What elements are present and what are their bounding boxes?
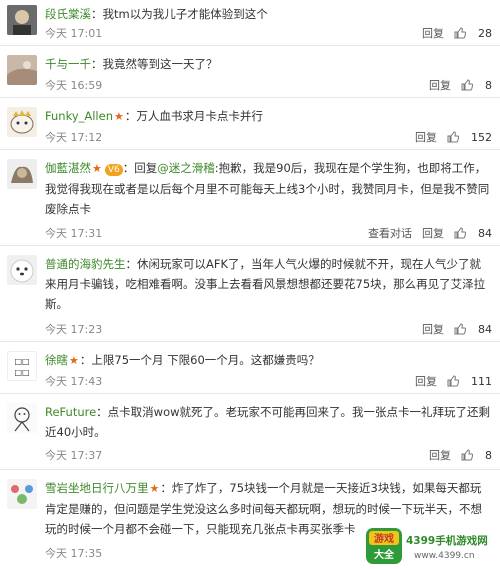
comment-meta: 今天 17:23 回复 84 bbox=[45, 322, 492, 338]
vip-badge: V6 bbox=[104, 164, 123, 176]
like-count: 8 bbox=[485, 449, 492, 462]
avatar[interactable] bbox=[7, 107, 37, 137]
avatar[interactable] bbox=[7, 479, 37, 509]
comment-text: 我竟然等到这一天了？ bbox=[102, 57, 218, 71]
comment-time: 今天 17:35 bbox=[45, 547, 103, 560]
comment-meta: 今天 17:37 回复 8 bbox=[45, 448, 492, 464]
site-watermark-logo: 游戏 大全 4399手机游戏网 www.4399.cn bbox=[364, 526, 500, 566]
comment-time: 今天 16:59 bbox=[45, 79, 103, 92]
thumbs-up-icon bbox=[461, 449, 473, 461]
reply-button[interactable]: 回复 bbox=[422, 27, 444, 40]
avatar[interactable] bbox=[7, 255, 37, 285]
thumbs-up-icon bbox=[454, 27, 466, 39]
like-count: 111 bbox=[471, 375, 492, 388]
comment-time: 今天 17:31 bbox=[45, 227, 103, 240]
logo-badge-top: 游戏 bbox=[374, 532, 394, 545]
comment-meta: 今天 16:59 回复 8 bbox=[45, 78, 492, 94]
like-button[interactable]: 111 bbox=[447, 375, 492, 388]
comment-meta: 今天 17:43 回复 111 bbox=[45, 374, 492, 390]
like-button[interactable]: 152 bbox=[447, 131, 492, 144]
like-button[interactable]: 84 bbox=[454, 227, 492, 240]
star-icon: ★ bbox=[149, 482, 160, 495]
logo-badge-bottom: 大全 bbox=[374, 548, 395, 561]
comment-author[interactable]: 段氏棠溪 bbox=[45, 7, 91, 21]
comment-text: 点卡取消wow就死了。老玩家不可能再回来了。我一张点卡一礼拜玩了还剩近40小时。 bbox=[45, 405, 491, 439]
comment-time: 今天 17:01 bbox=[45, 27, 103, 40]
avatar[interactable] bbox=[7, 5, 37, 35]
comment-list: 段氏棠溪：我tm以为我儿子才能体验到这个 今天 17:01 回复 28 千与一千：… bbox=[0, 0, 500, 566]
comment-author[interactable]: 徐瞎 bbox=[45, 353, 68, 367]
comment-time: 今天 17:43 bbox=[45, 375, 103, 388]
like-count: 84 bbox=[478, 323, 492, 336]
comment-text: 上限75一个月 下限60一个月。这都嫌贵吗？ bbox=[91, 353, 320, 367]
reply-button[interactable]: 回复 bbox=[415, 375, 437, 388]
comment-author[interactable]: ReFuture bbox=[45, 405, 96, 419]
comment-author[interactable]: 雪岩坐地日行八万里 bbox=[45, 481, 149, 495]
comment-meta: 今天 17:01 回复 28 bbox=[45, 26, 492, 42]
comment-item: ReFuture：点卡取消wow就死了。老玩家不可能再回来了。我一张点卡一礼拜玩… bbox=[0, 394, 500, 470]
comment-item: □□ □□ 徐瞎★：上限75一个月 下限60一个月。这都嫌贵吗？ 今天 17:43… bbox=[0, 342, 500, 394]
reply-button[interactable]: 回复 bbox=[422, 323, 444, 336]
avatar[interactable]: □□ □□ bbox=[7, 351, 37, 381]
like-button[interactable]: 8 bbox=[461, 79, 492, 92]
thumbs-up-icon bbox=[454, 227, 466, 239]
like-button[interactable]: 84 bbox=[454, 323, 492, 336]
reply-prefix: 回复 bbox=[134, 161, 158, 175]
comment-author[interactable]: 千与一千 bbox=[45, 57, 91, 71]
comment-text: 我tm以为我儿子才能体验到这个 bbox=[102, 7, 268, 21]
like-button[interactable]: 28 bbox=[454, 27, 492, 40]
avatar[interactable] bbox=[7, 403, 37, 433]
comment-item: 伽藍湛然★ V6 ：回复@迷之滑稽:抱歉，我是90后，我现在是个学生狗，也即将工作，… bbox=[0, 150, 500, 246]
comment-time: 今天 17:37 bbox=[45, 449, 103, 462]
reply-button[interactable]: 回复 bbox=[429, 79, 451, 92]
svg-text:□□: □□ bbox=[14, 368, 29, 377]
comment-time: 今天 17:12 bbox=[45, 131, 103, 144]
mention-link[interactable]: @迷之滑稽 bbox=[157, 161, 215, 175]
comment-meta: 今天 17:31 查看对话 回复 84 bbox=[45, 226, 492, 242]
comment-item: 千与一千：我竟然等到这一天了？ 今天 16:59 回复 8 bbox=[0, 46, 500, 98]
logo-site-name: 4399手机游戏网 bbox=[406, 534, 488, 547]
comment-text: 万人血书求月卡点卡并行 bbox=[136, 109, 263, 123]
logo-url: www.4399.cn bbox=[414, 551, 475, 561]
reply-button[interactable]: 回复 bbox=[429, 449, 451, 462]
like-button[interactable]: 8 bbox=[461, 449, 492, 462]
comment-author[interactable]: 普通的海豹先生 bbox=[45, 257, 126, 271]
view-conversation-button[interactable]: 查看对话 bbox=[368, 227, 412, 240]
comment-author[interactable]: 伽藍湛然 bbox=[45, 161, 91, 175]
avatar[interactable] bbox=[7, 55, 37, 85]
like-count: 84 bbox=[478, 227, 492, 240]
star-icon: ★ bbox=[69, 354, 79, 367]
comment-author[interactable]: Funky_Allen bbox=[45, 109, 113, 123]
svg-text:□□: □□ bbox=[14, 357, 29, 366]
like-count: 28 bbox=[478, 27, 492, 40]
like-count: 152 bbox=[471, 131, 492, 144]
comment-item: 段氏棠溪：我tm以为我儿子才能体验到这个 今天 17:01 回复 28 bbox=[0, 0, 500, 46]
thumbs-up-icon bbox=[461, 79, 473, 91]
reply-button[interactable]: 回复 bbox=[415, 131, 437, 144]
comment-item: Funky_Allen★：万人血书求月卡点卡并行 今天 17:12 回复 152 bbox=[0, 98, 500, 150]
thumbs-up-icon bbox=[454, 323, 466, 335]
reply-button[interactable]: 回复 bbox=[422, 227, 444, 240]
star-icon: ★ bbox=[92, 162, 102, 175]
like-count: 8 bbox=[485, 79, 492, 92]
comment-item: 普通的海豹先生：休闲玩家可以AFK了，当年人气火爆的时候就不开，现在人气少了就来… bbox=[0, 246, 500, 342]
star-icon: ★ bbox=[114, 110, 124, 123]
thumbs-up-icon bbox=[447, 131, 459, 143]
avatar[interactable] bbox=[7, 159, 37, 189]
thumbs-up-icon bbox=[447, 375, 459, 387]
comment-time: 今天 17:23 bbox=[45, 323, 103, 336]
comment-meta: 今天 17:12 回复 152 bbox=[45, 130, 492, 146]
